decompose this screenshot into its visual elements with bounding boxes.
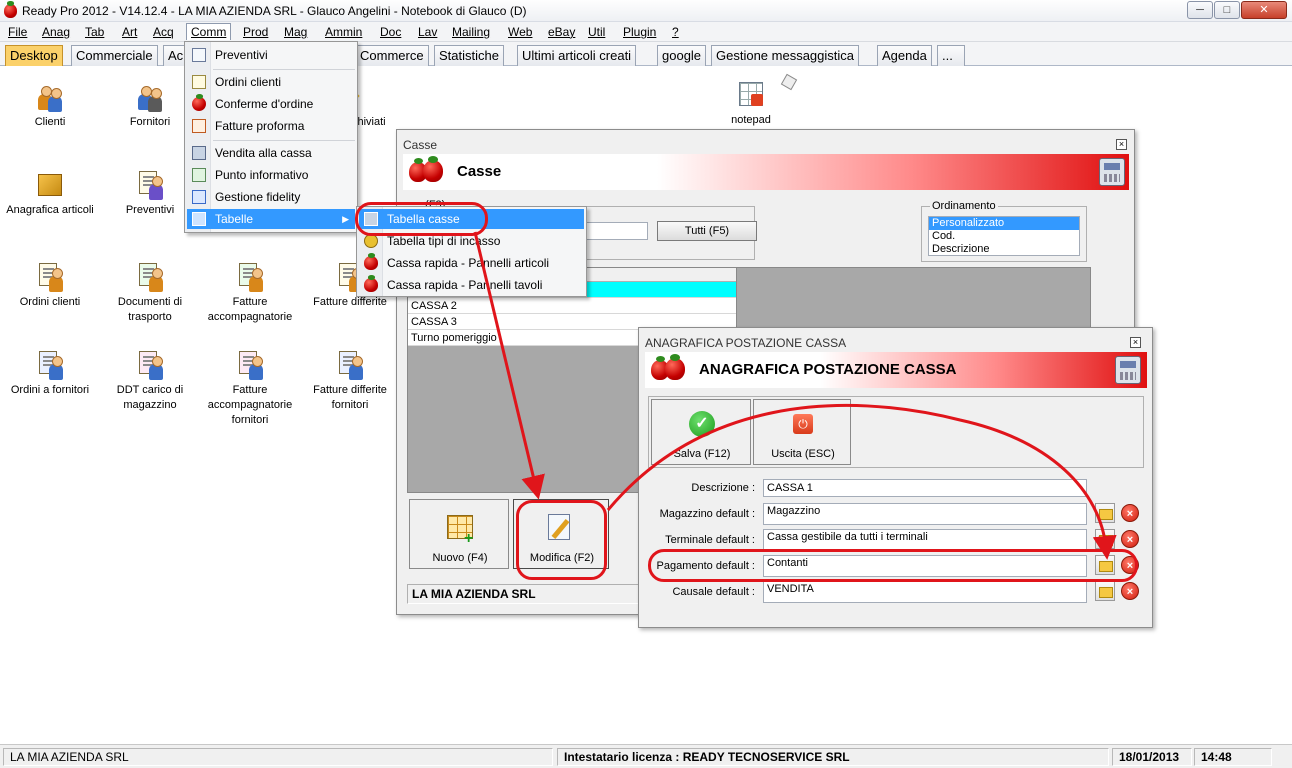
status-date: 18/01/2013 (1112, 748, 1192, 766)
arrow-to-pagamento (606, 403, 1117, 560)
status-bar: LA MIA AZIENDA SRL Intestatario licenza … (0, 744, 1292, 768)
annotation-arrows (473, 231, 1117, 560)
status-company: LA MIA AZIENDA SRL (3, 748, 553, 766)
arrow-to-modifica (473, 231, 545, 500)
status-time: 14:48 (1194, 748, 1272, 766)
status-license: Intestatario licenza : READY TECNOSERVIC… (557, 748, 1109, 766)
